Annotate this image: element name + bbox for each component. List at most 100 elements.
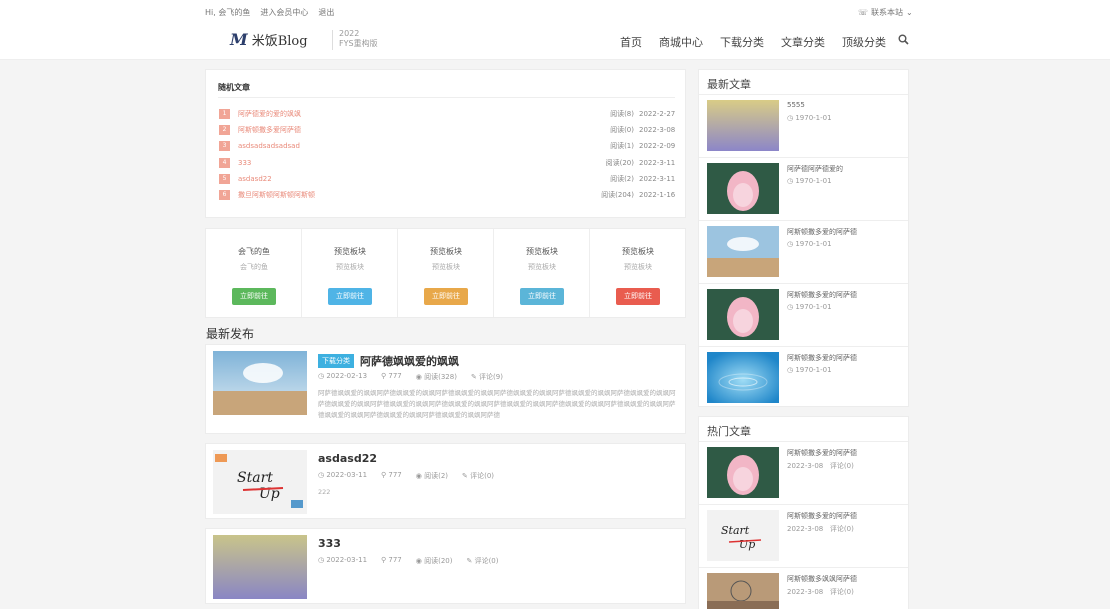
feature-block: 预览板块 预览板块 立即前往 — [302, 229, 398, 317]
site-logo[interactable]: M 米饭Blog — [230, 30, 308, 49]
article-thumbnail[interactable] — [707, 447, 779, 498]
article-title[interactable]: 阿斯顿撒多爱的阿萨德 — [787, 227, 857, 237]
logo-text: 米饭Blog — [251, 34, 308, 49]
post-thumbnail[interactable] — [213, 351, 307, 415]
post-author-text: 777 — [388, 556, 402, 564]
sidebar-article[interactable]: 阿斯顿撒多爱的阿萨德 2022-3-08 评论(0) — [699, 442, 908, 505]
article-title[interactable]: 阿萨德阿萨德爱的 — [787, 164, 843, 174]
list-item[interactable]: 4 333 阅读(20) 2022-3-11 — [219, 157, 679, 169]
post-date: ◷ 2022-03-11 — [318, 556, 368, 564]
article-thumbnail[interactable]: Start Up — [707, 510, 779, 561]
article-meta: 2022-3-08 评论(0) — [787, 461, 854, 471]
nav-download[interactable]: 下载分类 — [720, 34, 764, 50]
article-link[interactable]: asdasd22 — [238, 175, 538, 183]
chat-icon: ☏ — [858, 8, 869, 17]
block-subtitle: 预览板块 — [624, 263, 652, 271]
view-count: 阅读(1) — [610, 142, 634, 150]
sidebar-article[interactable]: 阿萨德阿萨德爱的 ◷ 1970-1-01 — [699, 158, 908, 221]
go-button[interactable]: 立即前往 — [520, 288, 564, 305]
category-tag[interactable]: 下载分类 — [318, 354, 354, 368]
post-comments-text: 评论(0) — [474, 557, 499, 565]
article-link[interactable]: asdsadsadsadsad — [238, 142, 538, 150]
sidebar-article[interactable]: 阿斯顿撒多爱的阿萨德 ◷ 1970-1-01 — [699, 221, 908, 284]
post-title[interactable]: asdasd22 — [318, 452, 377, 465]
article-link[interactable]: 阿萨德爱的爱的飒飒 — [238, 109, 538, 119]
post-date-text: 2022-03-11 — [326, 471, 368, 479]
post-comments-text: 评论(0) — [470, 472, 495, 480]
post-title-row: asdasd22 — [318, 452, 377, 465]
post-title[interactable]: 阿萨德飒飒爱的飒飒 — [360, 353, 459, 369]
article-date-text: 1970-1-01 — [795, 366, 832, 374]
article-title[interactable]: 阿斯顿撒多飒飒阿萨德 — [787, 574, 857, 584]
block-title: 预览板块 — [430, 247, 462, 256]
sidebar-article[interactable]: 阿斯顿撒多爱的阿萨德 ◷ 1970-1-01 — [699, 347, 908, 410]
post-title[interactable]: 333 — [318, 537, 341, 550]
block-subtitle: 预览板块 — [432, 263, 460, 271]
post-card[interactable]: 333 ◷ 2022-03-11 ⚲ 777 ◉ 阅读(20) ✎ 评论(0) — [205, 528, 686, 604]
logo-year-text: 2022 — [339, 29, 360, 38]
post-meta: ◷ 2022-03-11 ⚲ 777 ◉ 阅读(20) ✎ 评论(0) — [318, 556, 499, 566]
post-comments: ✎ 评论(0) — [466, 557, 499, 565]
sidebar-article[interactable]: 阿斯顿撒多飒飒阿萨德 2022-3-08 评论(0) — [699, 568, 908, 609]
go-button[interactable]: 立即前往 — [328, 288, 372, 305]
logout-link[interactable]: 退出 — [318, 7, 334, 18]
list-item[interactable]: 3 asdsadsadsadsad 阅读(1) 2022-2-09 — [219, 140, 679, 152]
article-thumbnail[interactable] — [707, 573, 779, 609]
post-card[interactable]: Start Up asdasd22 ◷ 2022-03-11 ⚲ 777 ◉ 阅读… — [205, 443, 686, 519]
search-icon[interactable] — [898, 34, 909, 45]
post-date-text: 2022-02-13 — [326, 372, 368, 380]
article-thumbnail[interactable] — [707, 352, 779, 403]
view-count: 阅读(20) — [605, 159, 634, 167]
article-title[interactable]: 阿斯顿撒多爱的阿萨德 — [787, 511, 857, 521]
go-button[interactable]: 立即前往 — [616, 288, 660, 305]
nav-top[interactable]: 顶级分类 — [842, 34, 886, 50]
article-title[interactable]: 阿斯顿撒多爱的阿萨德 — [787, 290, 857, 300]
article-title[interactable]: 5555 — [787, 101, 805, 109]
article-link[interactable]: 撒旦阿斯顿阿斯顿阿斯顿 — [238, 190, 538, 200]
article-thumbnail[interactable] — [707, 163, 779, 214]
contact-label: 联系本站 — [871, 8, 904, 17]
article-thumbnail[interactable] — [707, 100, 779, 151]
nav-article[interactable]: 文章分类 — [781, 34, 825, 50]
member-center-link[interactable]: 进入会员中心 — [260, 7, 308, 18]
list-item[interactable]: 5 asdasd22 阅读(2) 2022-3-11 — [219, 173, 679, 185]
random-articles-title: 随机文章 — [218, 83, 250, 92]
block-subtitle: 预览板块 — [336, 263, 364, 271]
block-title: 会飞的鱼 — [238, 247, 270, 256]
article-comments: 评论(0) — [829, 588, 854, 596]
post-thumbnail[interactable] — [213, 535, 307, 599]
go-button[interactable]: 立即前往 — [424, 288, 468, 305]
post-views: ◉ 阅读(20) — [415, 557, 453, 565]
sidebar-article[interactable]: 阿斯顿撒多爱的阿萨德 ◷ 1970-1-01 — [699, 284, 908, 347]
view-count: 阅读(8) — [610, 110, 634, 118]
rank-badge: 4 — [219, 158, 230, 168]
post-views: ◉ 阅读(2) — [415, 472, 449, 480]
post-thumbnail[interactable]: Start Up — [213, 450, 307, 514]
article-title[interactable]: 阿斯顿撒多爱的阿萨德 — [787, 448, 857, 458]
article-title[interactable]: 阿斯顿撒多爱的阿萨德 — [787, 353, 857, 363]
sidebar-article[interactable]: 5555 ◷ 1970-1-01 — [699, 95, 908, 158]
list-item[interactable]: 2 阿斯顿撒多爱阿萨德 阅读(0) 2022-3-08 — [219, 124, 679, 136]
sidebar-article[interactable]: Start Up 阿斯顿撒多爱的阿萨德 2022-3-08 评论(0) — [699, 505, 908, 568]
list-item[interactable]: 6 撒旦阿斯顿阿斯顿阿斯顿 阅读(204) 2022-1-16 — [219, 189, 679, 201]
block-subtitle: 预览板块 — [528, 263, 556, 271]
list-item[interactable]: 1 阿萨德爱的爱的飒飒 阅读(8) 2022-2-27 — [219, 108, 679, 120]
post-author: ⚲ 777 — [381, 471, 402, 479]
post-date-text: 2022-03-11 — [326, 556, 368, 564]
contact-dropdown[interactable]: ☏ 联系本站 ⌄ — [858, 7, 913, 18]
go-button[interactable]: 立即前往 — [232, 288, 276, 305]
article-link[interactable]: 阿斯顿撒多爱阿萨德 — [238, 125, 538, 135]
greeting-link[interactable]: Hi, 会飞的鱼 — [205, 7, 250, 18]
nav-shop[interactable]: 商城中心 — [659, 34, 703, 50]
nav-home[interactable]: 首页 — [620, 34, 642, 50]
article-link[interactable]: 333 — [238, 159, 538, 167]
article-thumbnail[interactable] — [707, 289, 779, 340]
logo-edition: 2022 FYS重构版 — [339, 29, 378, 49]
top-bar: Hi, 会飞的鱼 进入会员中心 退出 ☏ 联系本站 ⌄ — [0, 0, 1110, 24]
article-thumbnail[interactable] — [707, 226, 779, 277]
post-card[interactable]: 下载分类 阿萨德飒飒爱的飒飒 ◷ 2022-02-13 ⚲ 777 ◉ 阅读(3… — [205, 344, 686, 434]
post-comments: ✎ 评论(9) — [470, 373, 503, 381]
svg-text:Start: Start — [237, 470, 273, 486]
post-author-text: 777 — [388, 471, 402, 479]
feature-block: 预览板块 预览板块 立即前往 — [494, 229, 590, 317]
